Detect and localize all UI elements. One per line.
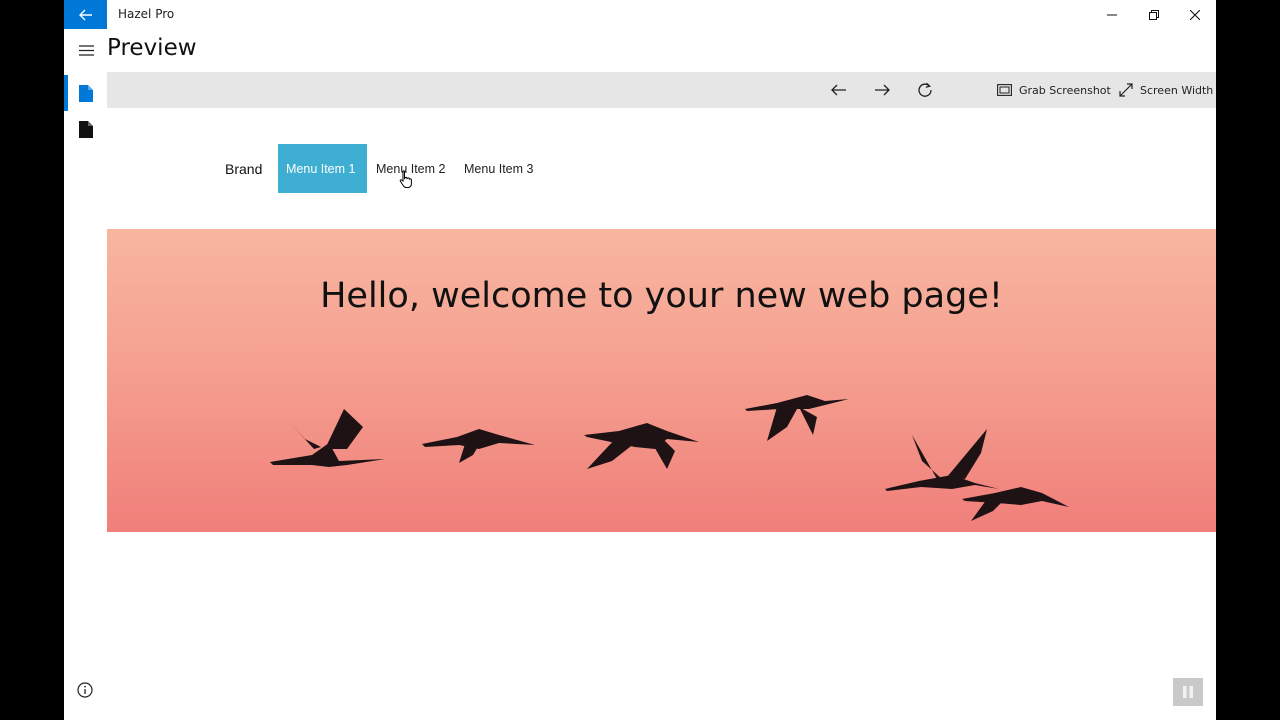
- title-bar: Hazel Pro: [64, 0, 1216, 29]
- sidebar-item-page-2[interactable]: [64, 111, 107, 147]
- page-title: Preview: [107, 35, 197, 61]
- hamburger-icon: [78, 44, 94, 56]
- screen-width-label: Screen Width: [1140, 83, 1214, 97]
- arrow-left-icon: [78, 9, 92, 20]
- menu-item-1[interactable]: Menu Item 1: [278, 144, 367, 193]
- close-button[interactable]: [1174, 0, 1216, 29]
- preview-toolbar: Grab Screenshot Screen Width: [107, 72, 1216, 108]
- arrow-left-icon: [831, 84, 846, 96]
- preview-page: Brand Menu Item 1 Menu Item 2 Menu Item …: [107, 108, 1216, 720]
- restore-icon: [1149, 9, 1159, 20]
- arrow-right-icon: [875, 84, 890, 96]
- hero-banner: Hello, welcome to your new web page!: [107, 229, 1216, 532]
- hero-title: Hello, welcome to your new web page!: [320, 276, 1003, 316]
- document-icon: [78, 84, 93, 102]
- minimize-icon: [1107, 14, 1117, 15]
- expand-diagonal-icon: [1119, 83, 1133, 97]
- pause-button[interactable]: [1173, 678, 1203, 706]
- forward-nav-button[interactable]: [871, 80, 893, 100]
- flying-cranes-image: [270, 395, 1069, 521]
- grab-screenshot-button[interactable]: Grab Screenshot: [997, 80, 1111, 100]
- app-title: Hazel Pro: [118, 7, 175, 21]
- back-nav-button[interactable]: [828, 80, 850, 100]
- back-button[interactable]: [64, 0, 107, 29]
- restore-button[interactable]: [1133, 0, 1175, 29]
- refresh-button[interactable]: [914, 80, 936, 100]
- grab-screenshot-label: Grab Screenshot: [1019, 83, 1111, 97]
- brand-link[interactable]: Brand: [225, 161, 262, 177]
- info-button[interactable]: [75, 680, 95, 700]
- document-icon: [78, 120, 93, 138]
- screenshot-icon: [997, 84, 1012, 96]
- menu-button[interactable]: [77, 41, 95, 59]
- close-icon: [1190, 9, 1200, 20]
- pause-icon: [1183, 686, 1193, 698]
- info-icon: [77, 682, 93, 698]
- screen-width-button[interactable]: Screen Width: [1119, 80, 1213, 100]
- sidebar-item-page-1[interactable]: [64, 75, 107, 111]
- active-indicator: [64, 75, 68, 111]
- refresh-icon: [918, 82, 932, 97]
- app-window: Hazel Pro Preview Grab Screenshot Screen…: [64, 0, 1216, 720]
- hand-cursor-icon: [399, 170, 412, 188]
- menu-item-3[interactable]: Menu Item 3: [456, 144, 541, 193]
- minimize-button[interactable]: [1091, 0, 1133, 29]
